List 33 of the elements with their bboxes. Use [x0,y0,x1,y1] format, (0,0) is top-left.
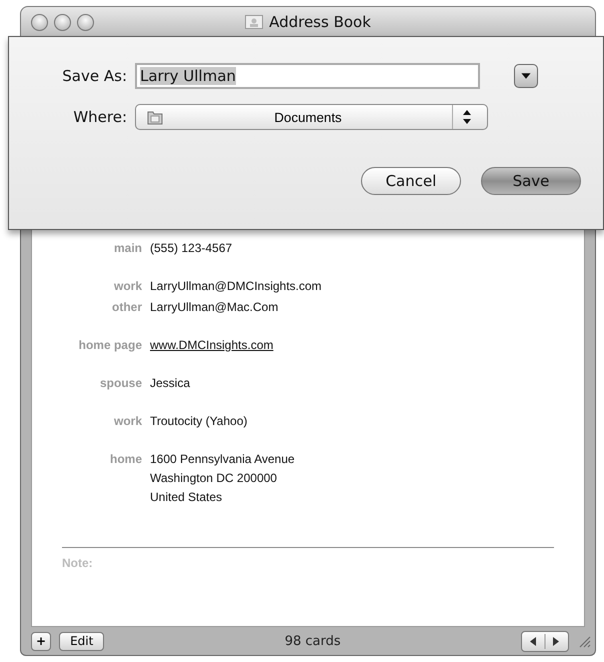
field-value: LarryUllman@DMCInsights.com [150,278,322,295]
field-value: Troutocity (Yahoo) [150,413,248,430]
field-value: (555) 123-4567 [150,240,232,257]
save-as-label: Save As: [61,67,127,85]
where-popup[interactable]: Documents [135,104,488,130]
field-label: work [114,278,142,295]
link[interactable]: www.DMCInsights.com [150,336,274,355]
resize-grip-icon[interactable] [577,634,591,648]
save-as-field[interactable]: Larry Ullman [135,63,480,89]
add-button[interactable]: + [31,632,52,650]
navigation-arrows-icon[interactable] [521,630,569,652]
field-value: LarryUllman@Mac.Com [150,299,278,316]
field-label: other [112,299,142,316]
note-label: Note: [62,556,93,570]
field-value: Jessica [150,375,190,392]
field-value: Washington DC 200000 [150,470,278,487]
card-count: 98 cards [284,634,342,648]
field-value: United States [150,489,224,506]
dialog-button[interactable]: Cancel [361,167,461,195]
field-label: spouse [100,375,142,392]
field-label: main [114,240,142,257]
field-value: 1600 Pennsylvania Avenue [150,451,295,468]
field-label: work [114,413,142,430]
minimize-button[interactable] [54,14,71,30]
edit-button[interactable]: Edit [59,632,104,650]
field-label: home [110,451,142,468]
card-icon [245,15,264,29]
default-button[interactable]: Save [481,167,581,195]
zoom-button[interactable] [77,14,94,30]
where-label: Where: [72,108,127,126]
close-button[interactable] [31,14,48,30]
field-label: home page [78,337,142,354]
window-title: Address Book [269,13,371,31]
